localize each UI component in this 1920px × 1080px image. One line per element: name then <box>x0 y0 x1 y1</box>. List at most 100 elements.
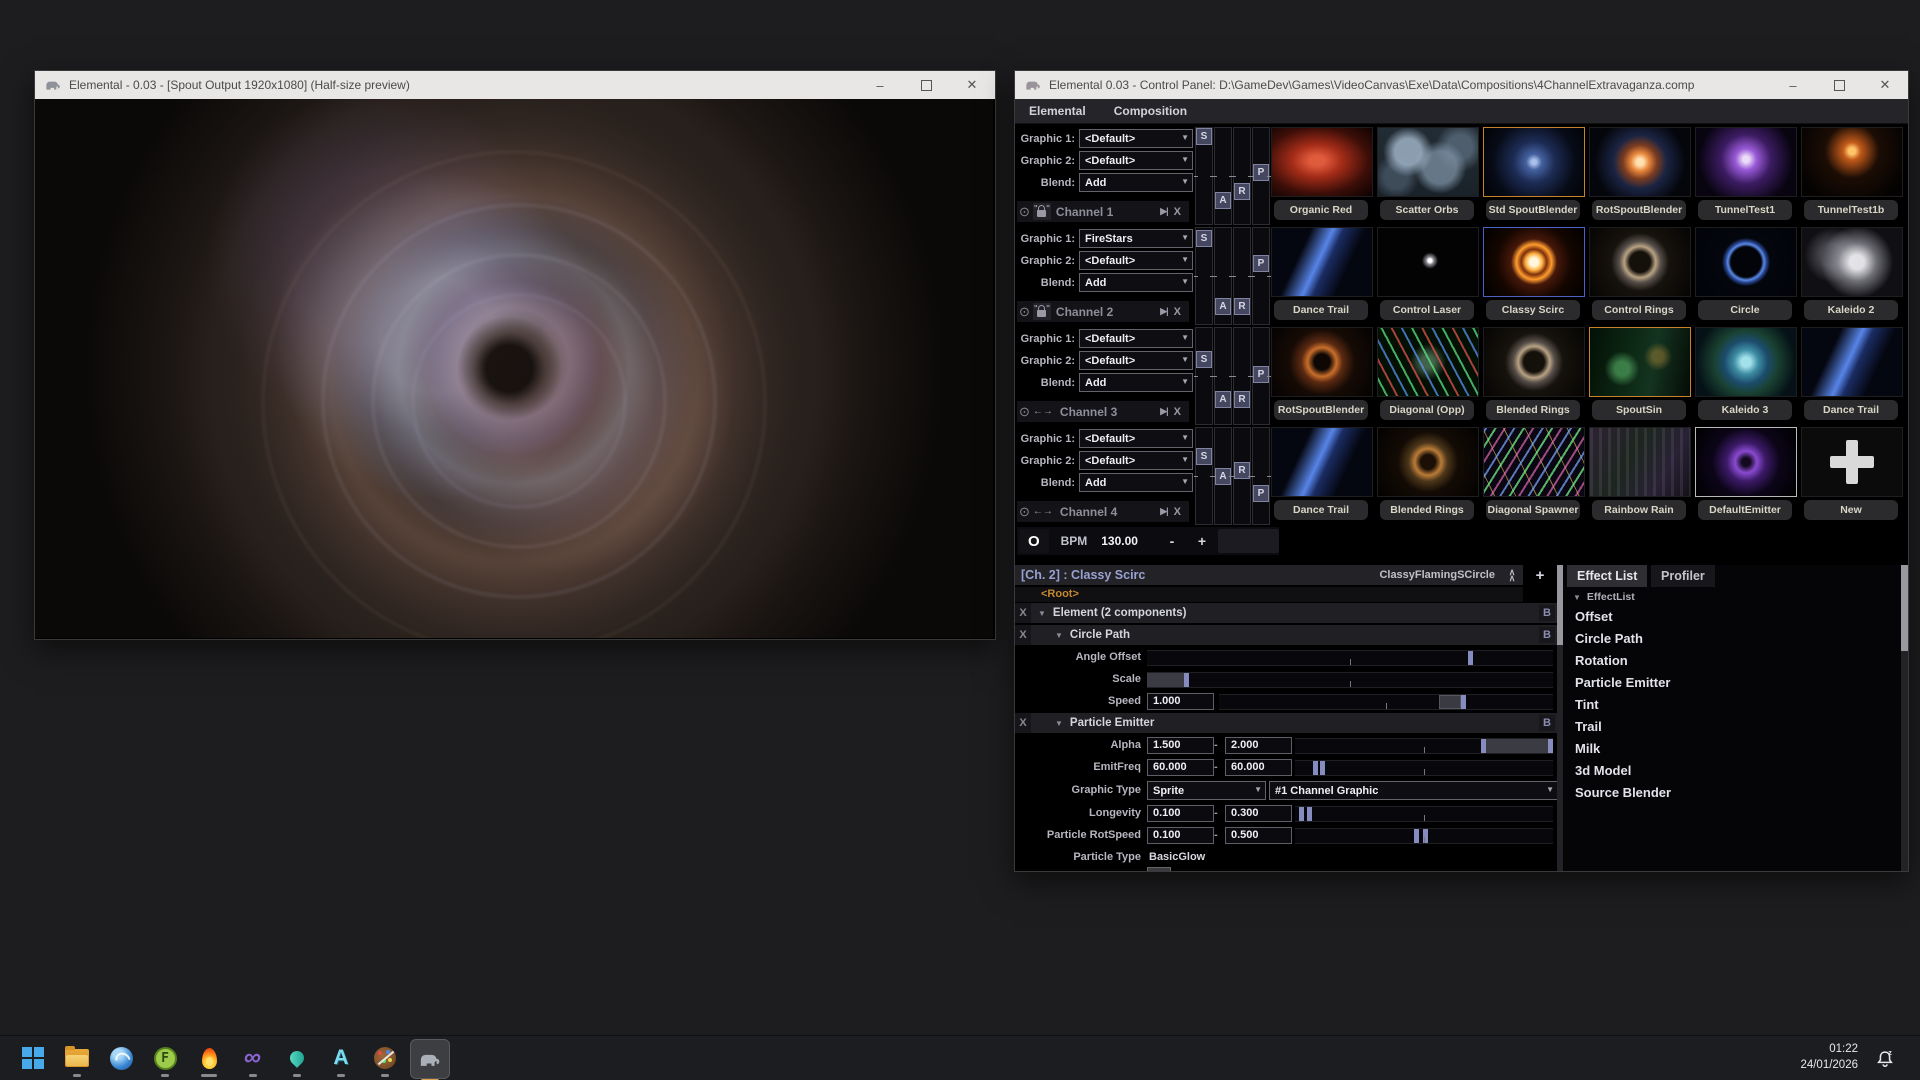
scrollbar-thumb[interactable] <box>1901 565 1908 651</box>
thumbnail-tunneltest1[interactable]: TunnelTest1 <box>1695 127 1797 223</box>
thumbnail-kaleido-3[interactable]: Kaleido 3 <box>1695 327 1797 423</box>
channel-name[interactable]: Channel 4 <box>1060 505 1160 519</box>
channel-close-button[interactable]: X <box>1174 506 1181 518</box>
tab-profiler[interactable]: Profiler <box>1651 565 1715 587</box>
fader-p[interactable]: P <box>1252 327 1270 425</box>
emitfreq-min-field[interactable]: 60.000 <box>1147 759 1214 776</box>
graphic2-dropdown[interactable]: <Default>▼ <box>1079 351 1193 370</box>
slider-block-handle[interactable] <box>1439 695 1461 709</box>
thumbnail-control-laser[interactable]: Control Laser <box>1377 227 1479 323</box>
thumbnail-rainbow-rain[interactable]: Rainbow Rain <box>1589 427 1691 523</box>
graphic1-dropdown[interactable]: FireStars▼ <box>1079 229 1193 248</box>
blend-dropdown[interactable]: Add▼ <box>1079 173 1193 192</box>
thumbnail-dance-trail-3[interactable]: Dance Trail <box>1271 427 1373 523</box>
fader-handle-s[interactable]: S <box>1196 230 1212 247</box>
thumbnail-std-spoutblender[interactable]: Std SpoutBlender <box>1483 127 1585 223</box>
taskbar-clock[interactable]: 01:22 24/01/2026 <box>1800 1041 1858 1073</box>
lock-button[interactable]: "" <box>1033 303 1051 320</box>
thumbnail-kaleido-2[interactable]: Kaleido 2 <box>1801 227 1903 323</box>
slider-handle-min[interactable] <box>1481 739 1486 753</box>
thumbnail-blended-rings[interactable]: Blended Rings <box>1483 327 1585 423</box>
bypass-button[interactable]: B <box>1539 627 1555 643</box>
do-not-disturb-bell-icon[interactable]: z <box>1874 1048 1896 1075</box>
longevity-min-field[interactable]: 0.100 <box>1147 805 1214 822</box>
fader-handle-p[interactable]: P <box>1253 485 1269 502</box>
thumbnail-diagonal-spawner[interactable]: Diagonal Spawner <box>1483 427 1585 523</box>
thumbnail-organic-red[interactable]: Organic Red <box>1271 127 1373 223</box>
collapse-triangle-icon[interactable]: ▼ <box>1573 593 1581 602</box>
fader-r[interactable]: R <box>1233 427 1251 525</box>
scale-slider[interactable] <box>1147 672 1553 688</box>
file-explorer-button[interactable] <box>58 1043 96 1073</box>
bpm-spacer-button[interactable] <box>1218 529 1279 553</box>
graphic-type-dropdown[interactable]: Sprite▼ <box>1147 781 1266 800</box>
section-circle-path[interactable]: X ▼ Circle Path B <box>1015 625 1557 645</box>
effect-item-tint[interactable]: Tint <box>1575 697 1599 712</box>
slider-handle-min[interactable] <box>1299 807 1304 821</box>
rotspeed-range-slider[interactable] <box>1295 828 1553 844</box>
remove-section-button[interactable]: X <box>1015 603 1031 623</box>
fader-handle-p[interactable]: P <box>1253 366 1269 383</box>
fader-p[interactable]: P <box>1252 227 1270 325</box>
target-icon[interactable]: ⊙ <box>1019 205 1030 218</box>
fader-handle-a[interactable]: A <box>1215 298 1231 315</box>
collapse-triangle-icon[interactable]: ▼ <box>1055 719 1063 728</box>
collapse-chevrons-icon[interactable]: ∧∧ <box>1501 569 1523 581</box>
slider-handle-max[interactable] <box>1548 739 1553 753</box>
control-titlebar[interactable]: Elemental 0.03 - Control Panel: D:\GameD… <box>1015 71 1908 99</box>
bpm-increase-button[interactable]: + <box>1190 530 1214 552</box>
effect-item-rotation[interactable]: Rotation <box>1575 653 1628 668</box>
channel-close-button[interactable]: X <box>1174 306 1181 318</box>
slider-handle-max[interactable] <box>1320 761 1325 775</box>
elemental-taskbar-button[interactable] <box>410 1039 450 1079</box>
bypass-button[interactable]: B <box>1539 605 1555 621</box>
fader-r[interactable]: R <box>1233 327 1251 425</box>
slider-handle[interactable] <box>1461 695 1466 709</box>
target-icon[interactable]: ⊙ <box>1019 405 1030 418</box>
rotspeed-max-field[interactable]: 0.500 <box>1225 827 1292 844</box>
thumbnail-classy-scirc[interactable]: Classy Scirc <box>1483 227 1585 323</box>
skip-to-end-icon[interactable]: ▶| <box>1160 506 1167 517</box>
menu-composition[interactable]: Composition <box>1100 104 1201 118</box>
thumbnail-defaultemitter[interactable]: DefaultEmitter <box>1695 427 1797 523</box>
channel-name[interactable]: Channel 2 <box>1056 305 1160 319</box>
thumbnail-spoutsin[interactable]: SpoutSin <box>1589 327 1691 423</box>
effect-item-particle-emitter[interactable]: Particle Emitter <box>1575 675 1670 690</box>
tab-effect-list[interactable]: Effect List <box>1567 565 1647 587</box>
start-button[interactable] <box>14 1043 52 1073</box>
bpm-play-button[interactable]: O <box>1019 529 1049 553</box>
skip-to-end-icon[interactable]: ▶| <box>1160 306 1167 317</box>
bypass-button[interactable]: B <box>1539 715 1555 731</box>
minimize-button[interactable]: – <box>857 71 903 99</box>
speed-value-field[interactable]: 1.000 <box>1147 693 1214 710</box>
green-badge-app-button[interactable]: F <box>146 1043 184 1073</box>
thumbnail-dance-trail[interactable]: Dance Trail <box>1271 227 1373 323</box>
collapse-triangle-icon[interactable]: ▼ <box>1055 631 1063 640</box>
graphic2-dropdown[interactable]: <Default>▼ <box>1079 451 1193 470</box>
alpha-max-field[interactable]: 2.000 <box>1225 737 1292 754</box>
fader-handle-r[interactable]: R <box>1234 462 1250 479</box>
remove-section-button[interactable]: X <box>1015 713 1031 733</box>
speed-slider[interactable] <box>1219 694 1553 710</box>
effect-item-source-blender[interactable]: Source Blender <box>1575 785 1671 800</box>
target-icon[interactable]: ⊙ <box>1019 305 1030 318</box>
fader-a[interactable]: A <box>1214 427 1232 525</box>
thumbnail-scatter-orbs[interactable]: Scatter Orbs <box>1377 127 1479 223</box>
fader-a[interactable]: A <box>1214 327 1232 425</box>
alpha-range-slider[interactable] <box>1295 738 1553 754</box>
clipped-widget[interactable] <box>1147 867 1171 871</box>
preview-titlebar[interactable]: Elemental - 0.03 - [Spout Output 1920x10… <box>35 71 995 99</box>
slider-handle-max[interactable] <box>1423 829 1428 843</box>
slider-handle[interactable] <box>1184 673 1189 687</box>
thumbnail-circle[interactable]: Circle <box>1695 227 1797 323</box>
channel-name[interactable]: Channel 1 <box>1056 205 1160 219</box>
minimize-button[interactable]: – <box>1770 71 1816 99</box>
fader-handle-s[interactable]: S <box>1196 128 1212 145</box>
inspector-preset-name[interactable]: ClassyFlamingSCircle <box>1379 569 1495 581</box>
fader-s[interactable]: S <box>1195 127 1213 225</box>
effect-item-circle-path[interactable]: Circle Path <box>1575 631 1643 646</box>
fader-handle-a[interactable]: A <box>1215 192 1231 209</box>
effect-list-scrollbar[interactable] <box>1901 565 1908 871</box>
thumbnail-dance-trail-2[interactable]: Dance Trail <box>1801 327 1903 423</box>
fader-s[interactable]: S <box>1195 227 1213 325</box>
